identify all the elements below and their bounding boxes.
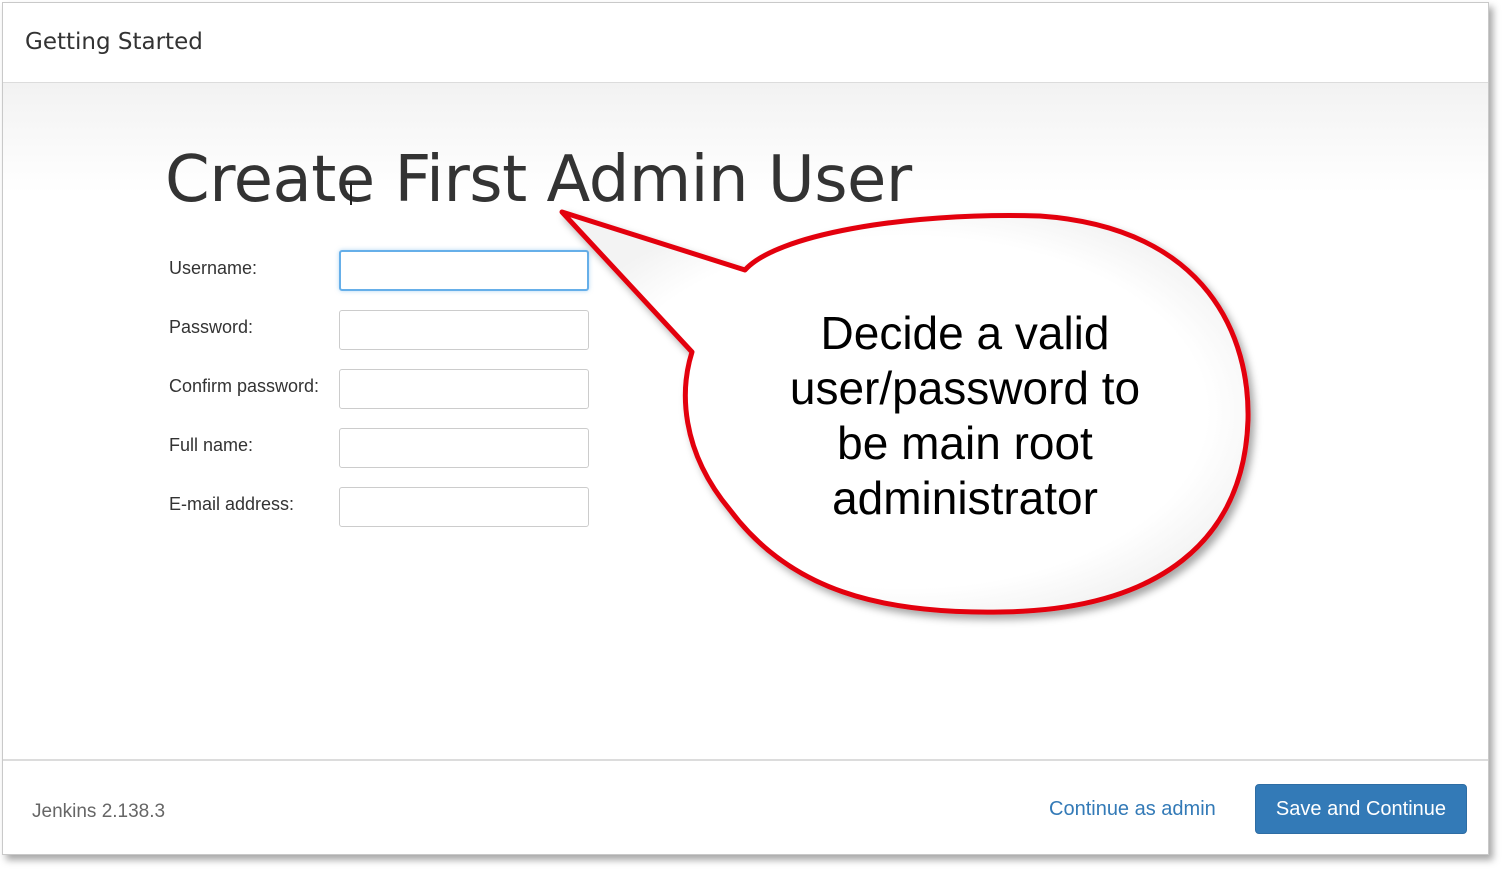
callout-line: user/password to	[789, 362, 1141, 414]
callout-line: administrator	[832, 472, 1098, 524]
callout-line: be main root	[837, 417, 1093, 469]
callout-text: Decide a valid user/password to be main …	[745, 306, 1185, 526]
callout-line: Decide a valid	[820, 307, 1110, 359]
